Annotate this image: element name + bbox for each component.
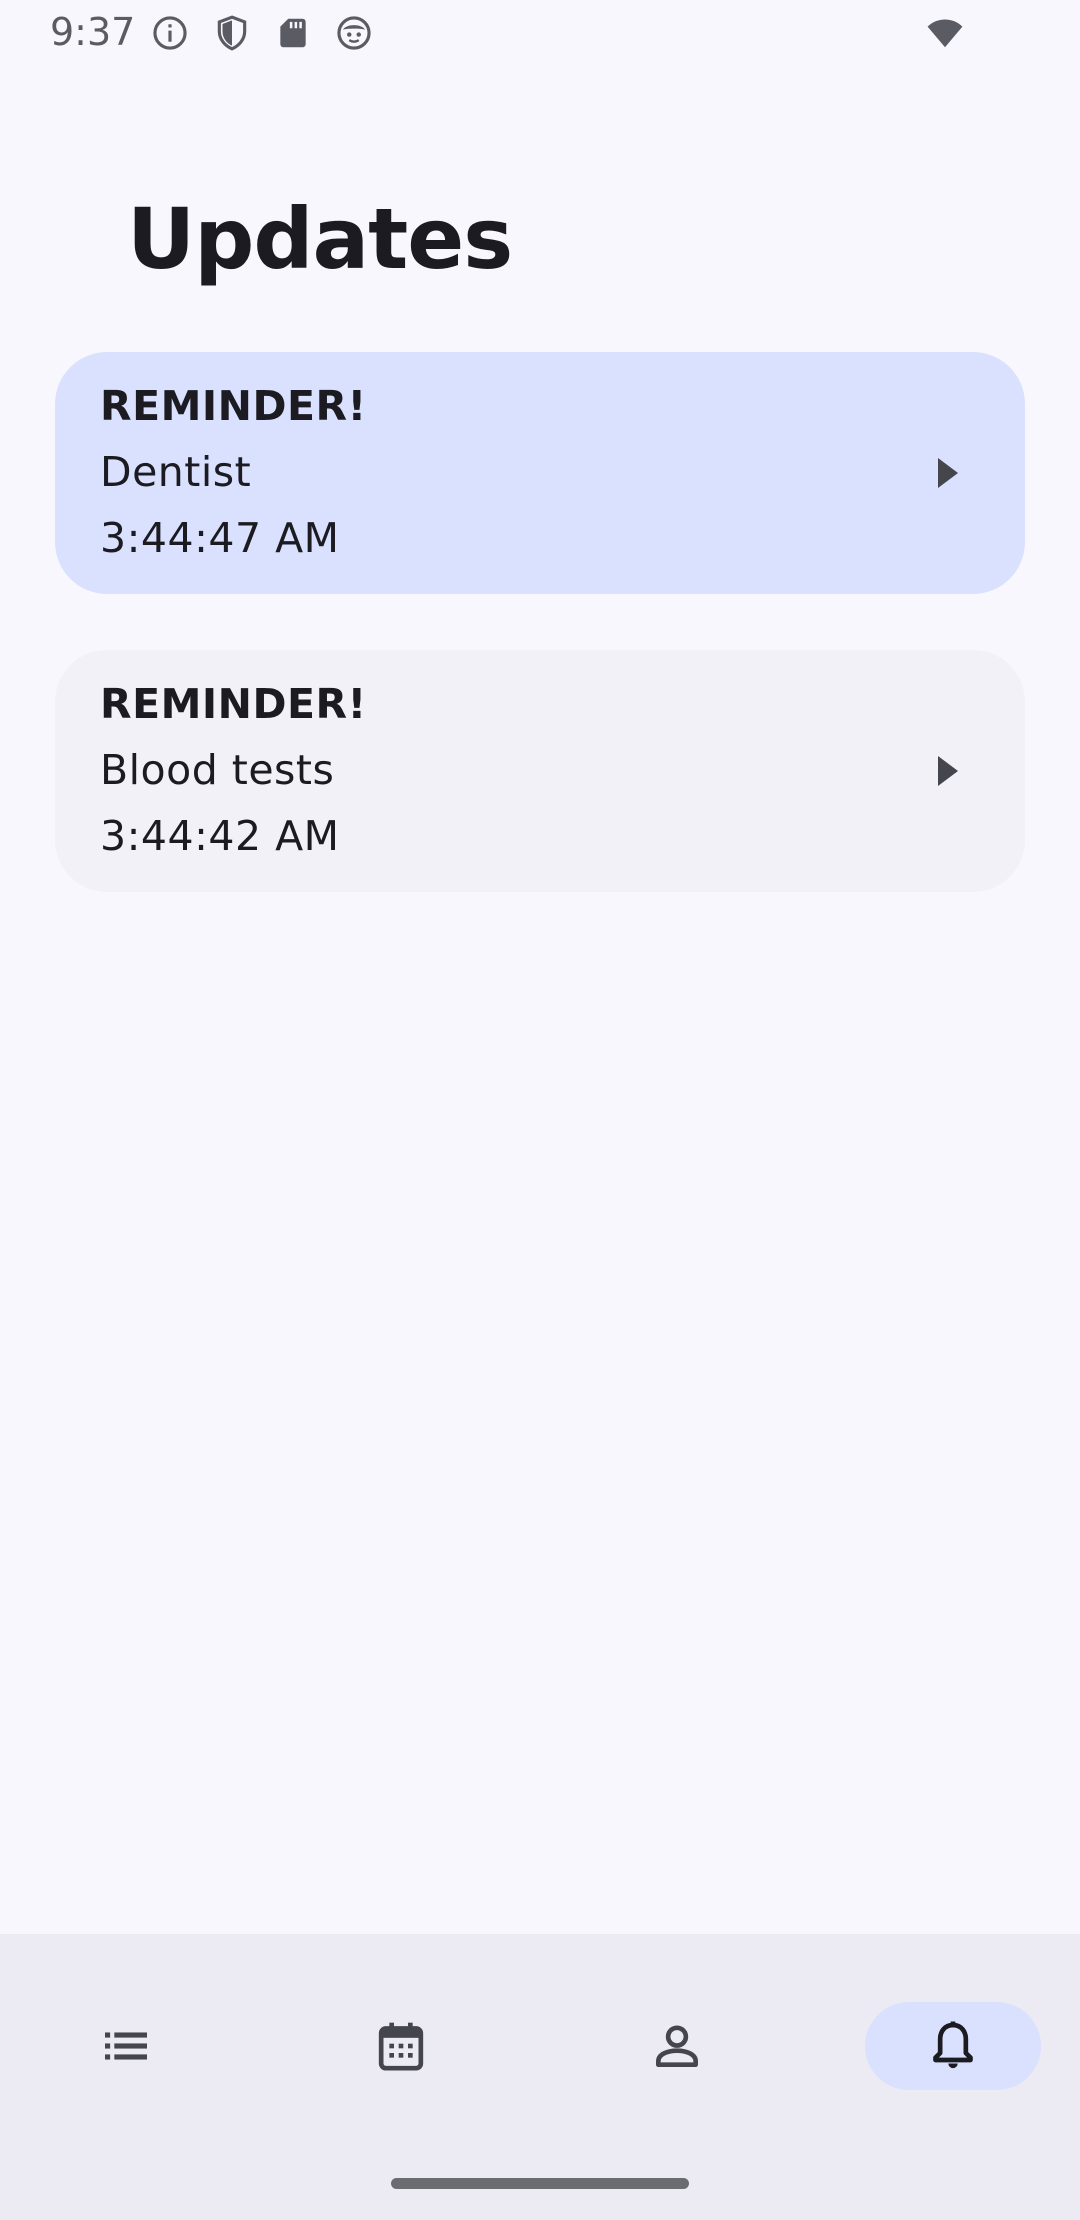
home-indicator[interactable] [391, 2178, 689, 2189]
calendar-icon [378, 2022, 424, 2071]
status-time: 9:37 [50, 10, 136, 54]
info-icon [151, 14, 189, 52]
page-title: Updates [127, 190, 513, 288]
card-time: 3:44:42 AM [100, 812, 340, 860]
nav-item-calendar[interactable] [313, 2002, 489, 2090]
card-heading: REMINDER! [100, 680, 367, 728]
update-card-blood-tests[interactable]: REMINDER! Blood tests 3:44:42 AM [55, 650, 1025, 892]
sd-card-icon [274, 14, 312, 52]
wifi-icon [924, 14, 966, 52]
chevron-right-icon [936, 754, 960, 788]
chevron-right-icon [936, 456, 960, 490]
status-bar: 9:37 [0, 0, 1080, 66]
card-time: 3:44:47 AM [100, 514, 340, 562]
bell-icon [933, 2021, 973, 2069]
face-icon [335, 14, 373, 52]
nav-item-updates[interactable] [865, 2002, 1041, 2090]
list-icon [105, 2032, 147, 2060]
card-subject: Dentist [100, 448, 252, 496]
update-card-dentist[interactable]: REMINDER! Dentist 3:44:47 AM [55, 352, 1025, 594]
bottom-navigation [0, 1934, 1080, 2220]
card-heading: REMINDER! [100, 382, 367, 430]
person-icon [656, 2025, 698, 2067]
shield-icon [213, 14, 251, 52]
card-subject: Blood tests [100, 746, 335, 794]
nav-item-list[interactable] [38, 2002, 214, 2090]
nav-item-profile[interactable] [589, 2002, 765, 2090]
